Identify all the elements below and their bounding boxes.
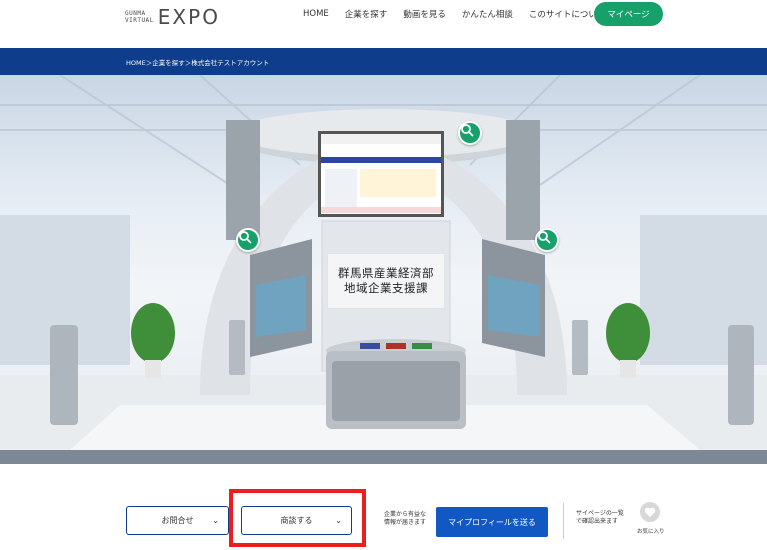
zoom-button-left-panel[interactable] xyxy=(236,228,260,252)
mypage-note-line-2: で確認出来ます xyxy=(576,518,619,525)
profile-note-line-1: 企業から有益な xyxy=(384,511,427,518)
logo-line-1: GUNMA xyxy=(125,10,146,17)
mypage-note-line-1: サイページの一覧 xyxy=(576,510,624,517)
mypage-button[interactable]: マイページ xyxy=(594,2,663,26)
nav-easy-consult[interactable]: かんたん相談 xyxy=(462,8,513,20)
booth-sign: 群馬県産業経済部 地域企業支援課 xyxy=(327,253,445,309)
site-header: GUNMA VIRTUAL EXPO HOME 企業を探す 動画を見る かんたん… xyxy=(0,0,767,48)
send-profile-button[interactable]: マイプロフィールを送る xyxy=(436,507,548,537)
nav-watch-videos[interactable]: 動画を見る xyxy=(403,8,446,20)
booth-scene: 群馬県産業経済部 地域企業支援課 xyxy=(0,75,767,464)
main-nav: HOME 企業を探す 動画を見る かんたん相談 このサイトについて xyxy=(303,8,621,20)
favorite-button[interactable] xyxy=(640,502,660,522)
site-logo[interactable]: GUNMA VIRTUAL EXPO xyxy=(125,5,220,29)
nav-home[interactable]: HOME xyxy=(303,9,329,19)
search-icon xyxy=(461,124,474,137)
chevron-down-icon: ⌄ xyxy=(212,516,219,525)
profile-note-line-2: 情報が届きます xyxy=(384,519,427,526)
profile-note: 企業から有益な 情報が届きます xyxy=(384,511,426,527)
zoom-button-board[interactable] xyxy=(458,121,482,145)
inquiry-button[interactable]: お問合せ ⌄ xyxy=(126,506,229,535)
nav-search-companies[interactable]: 企業を探す xyxy=(345,8,388,20)
breadcrumb-bar: HOME＞企業を探す＞株式会社テストアカウント xyxy=(0,48,767,75)
highlight-box xyxy=(229,489,366,547)
zoom-button-right-panel[interactable] xyxy=(535,228,559,252)
booth-sign-line-1: 群馬県産業経済部 xyxy=(338,266,434,280)
booth-sign-line-2: 地域企業支援課 xyxy=(344,281,428,295)
divider xyxy=(563,503,564,539)
logo-line-2: VIRTUAL xyxy=(125,17,154,24)
search-icon xyxy=(239,231,252,244)
favorite-label: お気に入り xyxy=(637,529,665,535)
logo-main-text: EXPO xyxy=(157,5,220,29)
booth-display-board[interactable] xyxy=(318,131,444,217)
logo-subtext: GUNMA VIRTUAL xyxy=(125,10,154,24)
heart-icon xyxy=(644,507,656,517)
breadcrumb[interactable]: HOME＞企業を探す＞株式会社テストアカウント xyxy=(126,57,269,67)
search-icon xyxy=(538,231,551,244)
mypage-note: サイページの一覧 で確認出来ます xyxy=(576,510,624,526)
